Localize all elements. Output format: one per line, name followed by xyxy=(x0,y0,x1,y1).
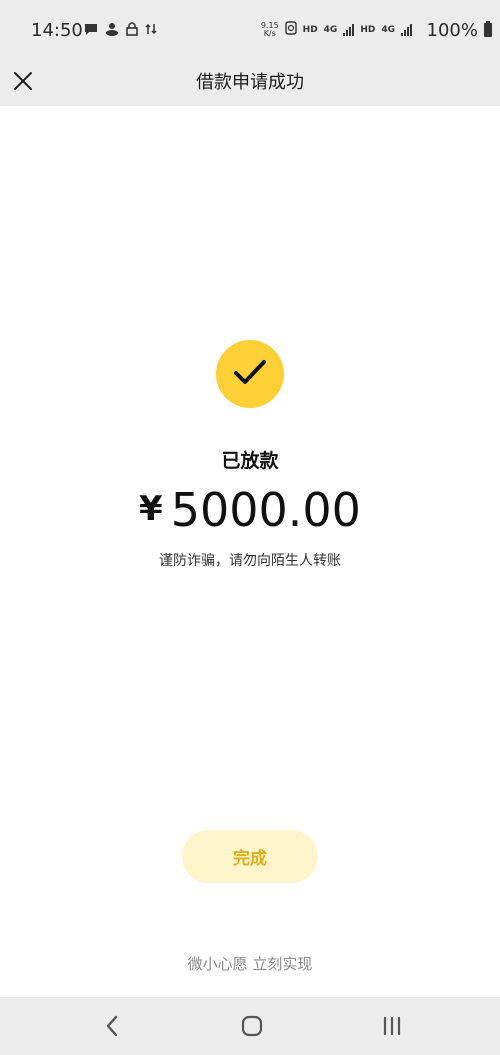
hd-badge-2: HD xyxy=(360,24,376,35)
battery-percent: 100% xyxy=(426,20,478,41)
nav-recents-button[interactable] xyxy=(362,997,422,1055)
status-time: 14:50 xyxy=(31,20,83,41)
loan-amount: ¥5000.00 xyxy=(0,483,500,537)
hd-badge-1: HD xyxy=(302,24,318,35)
battery-icon xyxy=(484,21,492,37)
message-icon xyxy=(84,23,98,40)
page-title: 借款申请成功 xyxy=(196,72,304,93)
loan-status: 已放款 xyxy=(221,450,279,472)
amount-value: 5000.00 xyxy=(170,483,361,537)
title-bar: 借款申请成功 xyxy=(0,62,500,106)
network-type-1: 4G xyxy=(323,24,338,35)
fraud-warning: 谨防诈骗，请勿向陌生人转账 xyxy=(159,553,341,569)
app-notification-icon xyxy=(105,22,119,40)
lock-icon xyxy=(126,22,138,40)
signal-icon-2 xyxy=(401,23,412,36)
notification-icons xyxy=(84,22,157,40)
network-speed: 9.15 K/s xyxy=(261,21,279,38)
data-transfer-icon xyxy=(145,23,157,39)
signal-icon-1 xyxy=(343,23,355,36)
nav-back-button[interactable] xyxy=(82,997,142,1055)
footer-slogan: 微小心愿 立刻实现 xyxy=(187,955,313,973)
status-bar: 14:50 9.15 K/s HD 4G HD 4G 100% xyxy=(0,0,500,62)
recycle-icon xyxy=(284,20,297,39)
done-button[interactable]: 完成 xyxy=(182,830,318,883)
status-indicators: 9.15 K/s HD 4G HD 4G xyxy=(261,20,412,39)
speed-unit: K/s xyxy=(263,28,276,38)
success-badge xyxy=(216,340,284,408)
currency-symbol: ¥ xyxy=(139,489,163,529)
system-nav-bar xyxy=(0,997,500,1055)
network-type-2: 4G xyxy=(381,24,395,35)
nav-home-button[interactable] xyxy=(222,997,282,1055)
